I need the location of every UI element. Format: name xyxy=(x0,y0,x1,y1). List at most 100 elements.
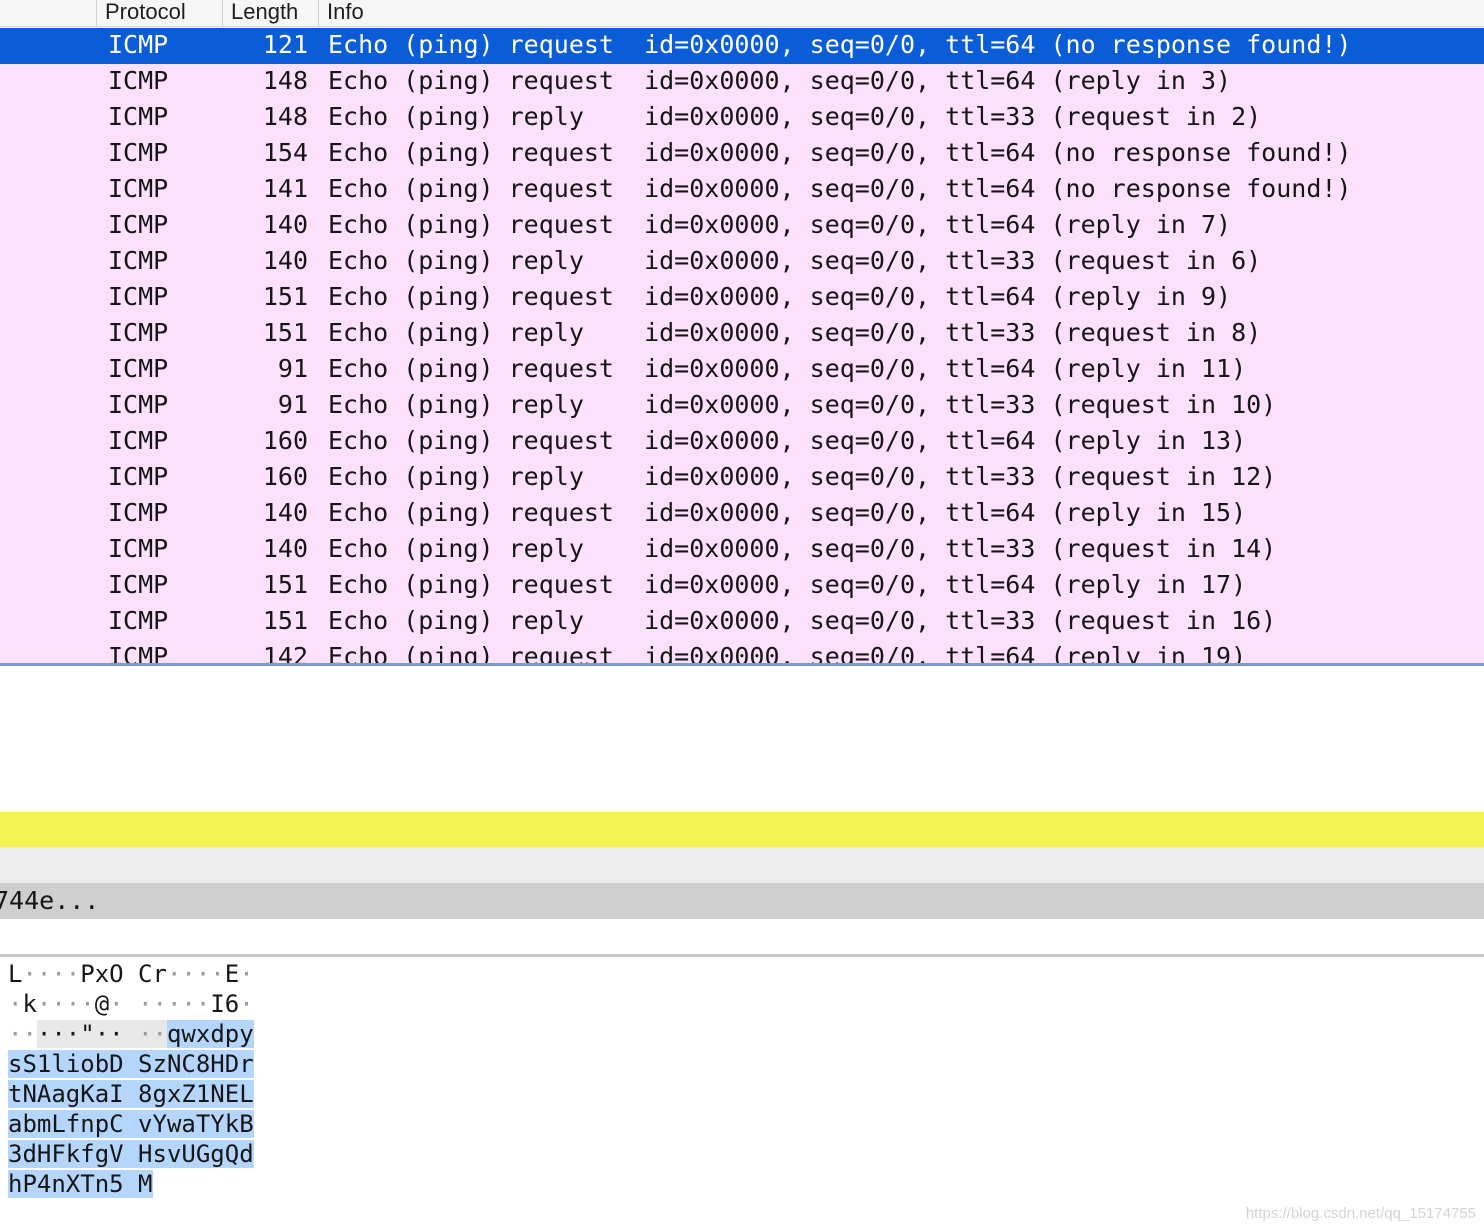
packet-bytes-pane[interactable]: https://blog.csdn.net/qq_15174755 L····P… xyxy=(0,957,1484,1226)
packet-length: 140 xyxy=(262,498,308,527)
packet-length: 160 xyxy=(262,426,308,455)
packet-protocol: ICMP xyxy=(108,390,169,419)
packet-list-header: Protocol Length Info xyxy=(0,0,1484,27)
packet-row[interactable]: ICMP 148 Echo (ping) request id=0x0000, se… xyxy=(0,64,1484,100)
packet-info: Echo (ping) reply id=0x0000, seq=0/0, tt… xyxy=(328,462,1277,491)
watermark-text: https://blog.csdn.net/qq_15174755 xyxy=(1245,1205,1476,1222)
bytes-ascii-line[interactable]: 3dHFkfgV HsvUGgQd xyxy=(8,1139,254,1169)
packet-length: 140 xyxy=(262,210,308,239)
packet-length: 151 xyxy=(262,282,308,311)
packet-row[interactable]: ICMP 160 Echo (ping) reply id=0x0000, seq=… xyxy=(0,460,1484,496)
packet-row[interactable]: ICMP 151 Echo (ping) request id=0x0000, se… xyxy=(0,568,1484,604)
packet-length: 148 xyxy=(262,66,308,95)
packet-length: 154 xyxy=(262,138,308,167)
packet-info: Echo (ping) request id=0x0000, seq=0/0, … xyxy=(328,210,1232,239)
packet-length: 151 xyxy=(262,318,308,347)
packet-protocol: ICMP xyxy=(108,138,169,167)
bytes-ascii-segment: tNAagKaI 8gxZ1NEL xyxy=(8,1080,254,1108)
packet-length: 91 xyxy=(277,390,308,419)
bytes-ascii-segment: I6 xyxy=(210,990,240,1018)
packet-row[interactable]: ICMP 151 Echo (ping) request id=0x0000, se… xyxy=(0,280,1484,316)
packet-row[interactable]: ICMP 140 Echo (ping) reply id=0x0000, seq=… xyxy=(0,532,1484,568)
bytes-ascii-line[interactable]: hP4nXTn5 M xyxy=(8,1169,153,1199)
packet-length: 140 xyxy=(262,246,308,275)
bytes-ascii-segment: sS1liobD SzNC8HDr xyxy=(8,1050,254,1078)
detail-row-selected[interactable]: 744e... xyxy=(0,883,1484,919)
packet-info: Echo (ping) request id=0x0000, seq=0/0, … xyxy=(328,282,1232,311)
packet-protocol: ICMP xyxy=(108,282,169,311)
packet-length: 151 xyxy=(262,570,308,599)
bytes-ascii-segment: ·· xyxy=(138,1020,167,1048)
bytes-ascii-segment: ···"·· xyxy=(36,1020,139,1048)
bytes-ascii-line[interactable]: ·k····@· ·····I6· xyxy=(8,989,254,1019)
packet-protocol: ICMP xyxy=(108,210,169,239)
packet-row[interactable]: ICMP 154 Echo (ping) request id=0x0000, se… xyxy=(0,136,1484,172)
packet-protocol: ICMP xyxy=(108,426,169,455)
packet-row[interactable]: ICMP 148 Echo (ping) reply id=0x0000, seq=… xyxy=(0,100,1484,136)
packet-row[interactable]: ICMP 140 Echo (ping) request id=0x0000, se… xyxy=(0,208,1484,244)
packet-length: 141 xyxy=(262,174,308,203)
packet-length: 160 xyxy=(262,462,308,491)
packet-info: Echo (ping) request id=0x0000, seq=0/0, … xyxy=(328,30,1352,59)
packet-protocol: ICMP xyxy=(108,606,169,635)
packet-protocol: ICMP xyxy=(108,534,169,563)
packet-protocol: ICMP xyxy=(108,498,169,527)
detail-row[interactable] xyxy=(0,847,1484,883)
bytes-ascii-line[interactable]: sS1liobD SzNC8HDr xyxy=(8,1049,254,1079)
bytes-ascii-line[interactable]: L····PxO Cr····E· xyxy=(8,959,254,989)
packet-info: Echo (ping) request id=0x0000, seq=0/0, … xyxy=(328,642,1247,664)
packet-protocol: ICMP xyxy=(108,174,169,203)
bytes-ascii-segment: · xyxy=(8,990,23,1018)
packet-length: 140 xyxy=(262,534,308,563)
packet-protocol: ICMP xyxy=(108,642,169,664)
bytes-ascii-segment: E xyxy=(224,960,240,988)
bytes-ascii-segment: PxO Cr xyxy=(80,960,167,988)
packet-info: Echo (ping) request id=0x0000, seq=0/0, … xyxy=(328,66,1232,95)
packet-info: Echo (ping) request id=0x0000, seq=0/0, … xyxy=(328,570,1247,599)
packet-length: 121 xyxy=(262,30,308,59)
packet-info: Echo (ping) reply id=0x0000, seq=0/0, tt… xyxy=(328,246,1262,275)
packet-protocol: ICMP xyxy=(108,354,169,383)
packet-row[interactable]: ICMP 151 Echo (ping) reply id=0x0000, seq=… xyxy=(0,604,1484,640)
packet-info: Echo (ping) request id=0x0000, seq=0/0, … xyxy=(328,498,1247,527)
packet-details-pane[interactable]: 744e... xyxy=(0,666,1484,954)
packet-info: Echo (ping) request id=0x0000, seq=0/0, … xyxy=(328,426,1247,455)
bytes-ascii-line[interactable]: ·····"·· ··qwxdpy xyxy=(8,1019,254,1049)
packet-row[interactable]: ICMP 91 Echo (ping) request id=0x0000, seq… xyxy=(0,352,1484,388)
column-header-info[interactable]: Info xyxy=(318,0,1484,26)
packet-length: 91 xyxy=(277,354,308,383)
packet-row[interactable]: ICMP 151 Echo (ping) reply id=0x0000, seq=… xyxy=(0,316,1484,352)
packet-protocol: ICMP xyxy=(108,102,169,131)
packet-row[interactable]: ICMP 91 Echo (ping) reply id=0x0000, seq=0… xyxy=(0,388,1484,424)
column-header-spacer xyxy=(0,0,96,26)
column-header-length[interactable]: Length xyxy=(222,0,318,26)
packet-row[interactable]: ICMP 142 Echo (ping) request id=0x0000, se… xyxy=(0,640,1484,664)
bytes-ascii-segment: ···· xyxy=(22,960,81,988)
bytes-ascii-segment: ·· xyxy=(8,1020,37,1048)
packet-list[interactable]: ICMP 121 Echo (ping) request id=0x0000, se… xyxy=(0,28,1484,664)
column-header-protocol[interactable]: Protocol xyxy=(96,0,222,26)
detail-data-value: 744e... xyxy=(0,886,100,915)
bytes-ascii-segment: · xyxy=(109,990,124,1018)
bytes-ascii-segment: hP4nXTn5 M xyxy=(8,1170,153,1198)
bytes-ascii-line[interactable]: tNAagKaI 8gxZ1NEL xyxy=(8,1079,254,1109)
packet-info: Echo (ping) request id=0x0000, seq=0/0, … xyxy=(328,354,1247,383)
packet-info: Echo (ping) reply id=0x0000, seq=0/0, tt… xyxy=(328,606,1277,635)
packet-info: Echo (ping) request id=0x0000, seq=0/0, … xyxy=(328,138,1352,167)
packet-row[interactable]: ICMP 140 Echo (ping) reply id=0x0000, seq=… xyxy=(0,244,1484,280)
bytes-ascii-segment: abmLfnpC vYwaTYkB xyxy=(8,1110,254,1138)
detail-row-highlighted[interactable] xyxy=(0,812,1484,847)
packet-info: Echo (ping) reply id=0x0000, seq=0/0, tt… xyxy=(328,390,1277,419)
packet-row[interactable]: ICMP 141 Echo (ping) request id=0x0000, se… xyxy=(0,172,1484,208)
bytes-ascii-segment: · xyxy=(239,990,254,1018)
packet-protocol: ICMP xyxy=(108,570,169,599)
packet-row-selected[interactable]: ICMP 121 Echo (ping) request id=0x0000, se… xyxy=(0,28,1484,64)
bytes-ascii-segment: · xyxy=(239,960,254,988)
bytes-ascii-segment: ····· xyxy=(138,990,211,1018)
bytes-ascii-line[interactable]: abmLfnpC vYwaTYkB xyxy=(8,1109,254,1139)
bytes-ascii-segment: qwxdpy xyxy=(166,1020,254,1048)
packet-protocol: ICMP xyxy=(108,66,169,95)
packet-protocol: ICMP xyxy=(108,246,169,275)
packet-row[interactable]: ICMP 140 Echo (ping) request id=0x0000, se… xyxy=(0,496,1484,532)
packet-row[interactable]: ICMP 160 Echo (ping) request id=0x0000, se… xyxy=(0,424,1484,460)
